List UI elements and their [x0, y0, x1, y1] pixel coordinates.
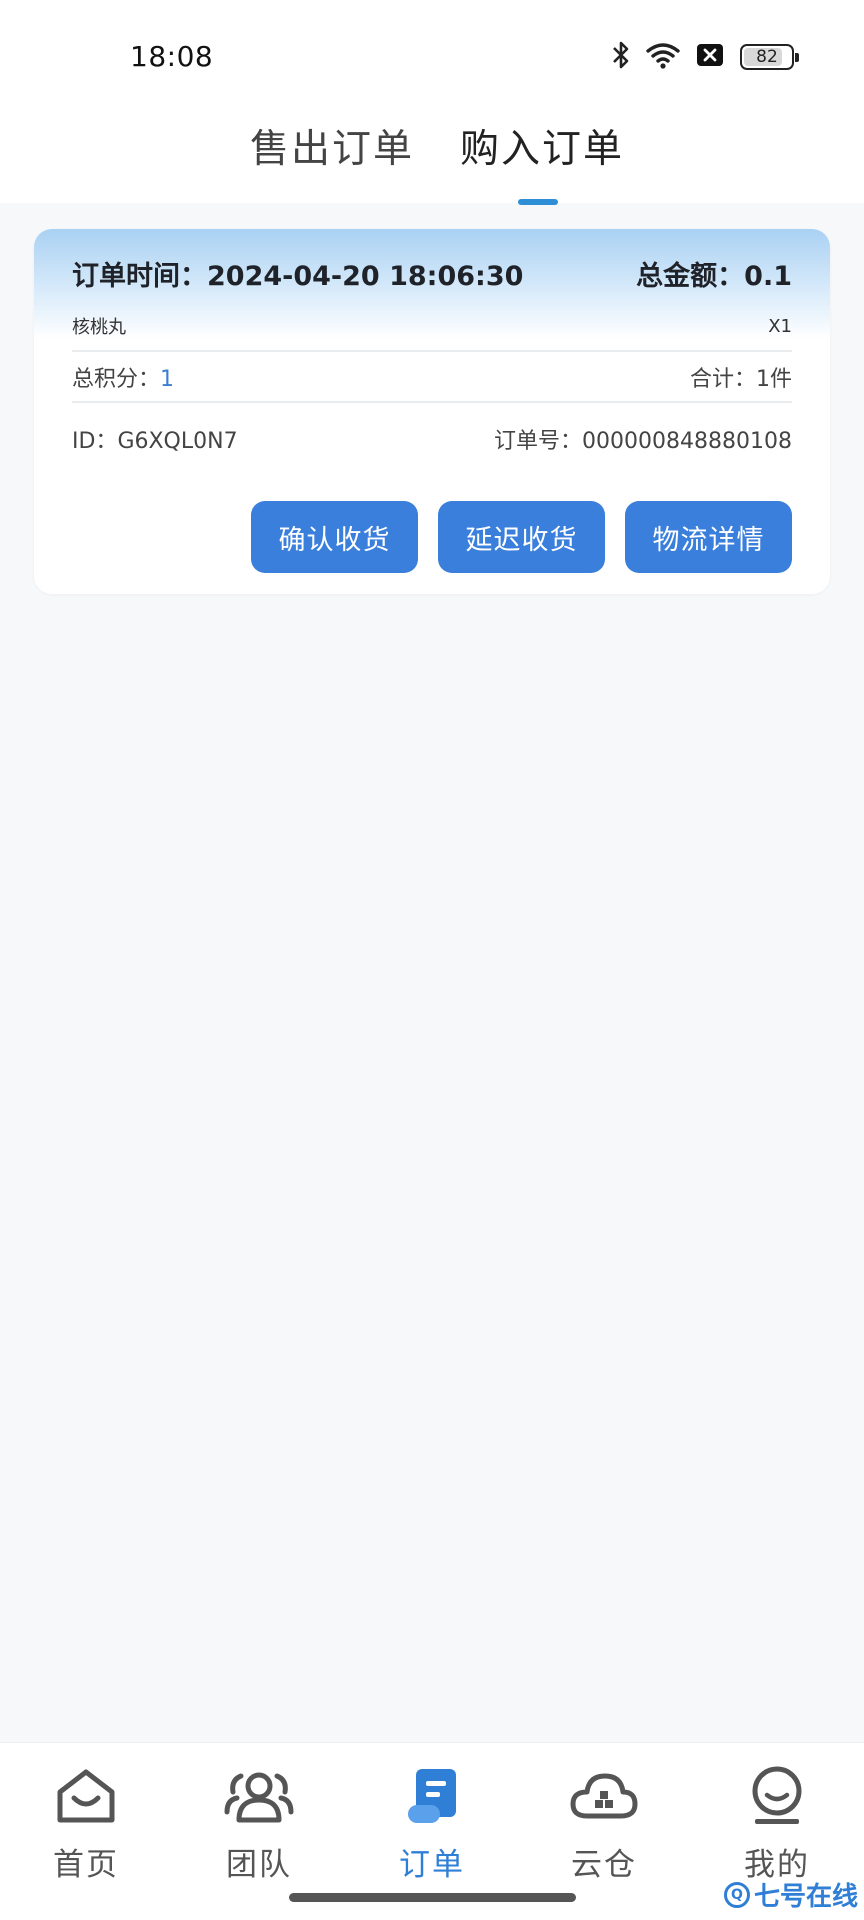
- logistics-details-button[interactable]: 物流详情: [625, 501, 792, 573]
- order-tabs: 售出订单 购入订单: [0, 118, 864, 178]
- sim-off-icon: [696, 43, 724, 71]
- nav-label-cloud-warehouse: 云仓: [571, 1847, 637, 1883]
- profile-icon: [741, 1763, 813, 1829]
- order-actions: 确认收货 延迟收货 物流详情: [251, 501, 792, 573]
- order-number: 订单号：000000848880108: [494, 423, 792, 455]
- total-points-value: 1: [160, 367, 175, 392]
- bluetooth-icon: [612, 41, 630, 73]
- home-icon: [50, 1763, 122, 1829]
- order-count-label: 合计：: [689, 367, 756, 392]
- watermark-text: 七号在线: [753, 1882, 858, 1912]
- item-name: 核桃丸: [72, 317, 126, 338]
- order-id-row: ID：G6XQL0N7 订单号：000000848880108: [72, 421, 792, 457]
- watermark-logo-icon: Q: [723, 1881, 750, 1908]
- confirm-receipt-button[interactable]: 确认收货: [251, 501, 418, 573]
- order-time-label: 订单时间：: [72, 260, 207, 292]
- status-time: 18:08: [130, 40, 214, 73]
- order-total-label: 总金额：: [636, 260, 745, 292]
- cloud-icon: [568, 1763, 640, 1829]
- nav-item-cloud-warehouse[interactable]: 云仓: [544, 1763, 664, 1884]
- order-time: 订单时间：2024-04-20 18:06:30: [72, 254, 523, 293]
- total-points: 总积分：1: [72, 361, 174, 393]
- status-icons: 82: [612, 40, 799, 74]
- order-number-label: 订单号：: [494, 429, 583, 454]
- team-icon: [223, 1763, 295, 1829]
- tab-sold-orders[interactable]: 售出订单: [250, 118, 414, 174]
- order-points-row: 总积分：1 合计：1件: [72, 359, 792, 395]
- home-indicator[interactable]: [289, 1893, 576, 1902]
- order-total-value: 0.1: [744, 260, 792, 292]
- battery-indicator: 82: [740, 44, 799, 70]
- active-tab-indicator: [518, 199, 558, 205]
- nav-item-order[interactable]: 订单: [372, 1763, 492, 1884]
- order-icon: [396, 1763, 468, 1829]
- nav-label-order: 订单: [399, 1847, 465, 1883]
- order-header-row: 订单时间：2024-04-20 18:06:30 总金额：0.1: [72, 253, 792, 293]
- nav-item-team[interactable]: 团队: [199, 1763, 319, 1884]
- header: 18:08 82 售出订单 购入订单: [0, 0, 864, 205]
- user-id-label: ID：: [72, 429, 118, 454]
- tab-purchased-orders[interactable]: 购入订单: [460, 118, 624, 174]
- item-quantity: X1: [768, 315, 792, 337]
- battery-level: 82: [756, 47, 778, 67]
- order-count-value: 1件: [756, 367, 792, 392]
- watermark: Q 七号在线: [723, 1876, 858, 1913]
- delay-receipt-button[interactable]: 延迟收货: [438, 501, 605, 573]
- divider: [72, 350, 792, 352]
- nav-label-team: 团队: [226, 1847, 292, 1883]
- total-points-label: 总积分：: [72, 367, 161, 392]
- order-item-row: 核桃丸 X1: [72, 311, 792, 341]
- order-total: 总金额：0.1: [636, 254, 792, 293]
- order-number-value: 000000848880108: [582, 429, 792, 454]
- order-time-value: 2024-04-20 18:06:30: [207, 260, 524, 292]
- order-count: 合计：1件: [690, 361, 792, 393]
- nav-label-home: 首页: [53, 1847, 119, 1883]
- user-id: ID：G6XQL0N7: [72, 423, 238, 455]
- wifi-icon: [646, 41, 680, 73]
- user-id-value: G6XQL0N7: [117, 429, 238, 454]
- divider: [72, 401, 792, 403]
- nav-item-me[interactable]: 我的: [717, 1763, 837, 1884]
- nav-item-home[interactable]: 首页: [26, 1763, 146, 1884]
- order-card: 订单时间：2024-04-20 18:06:30 总金额：0.1 核桃丸 X1 …: [34, 229, 830, 594]
